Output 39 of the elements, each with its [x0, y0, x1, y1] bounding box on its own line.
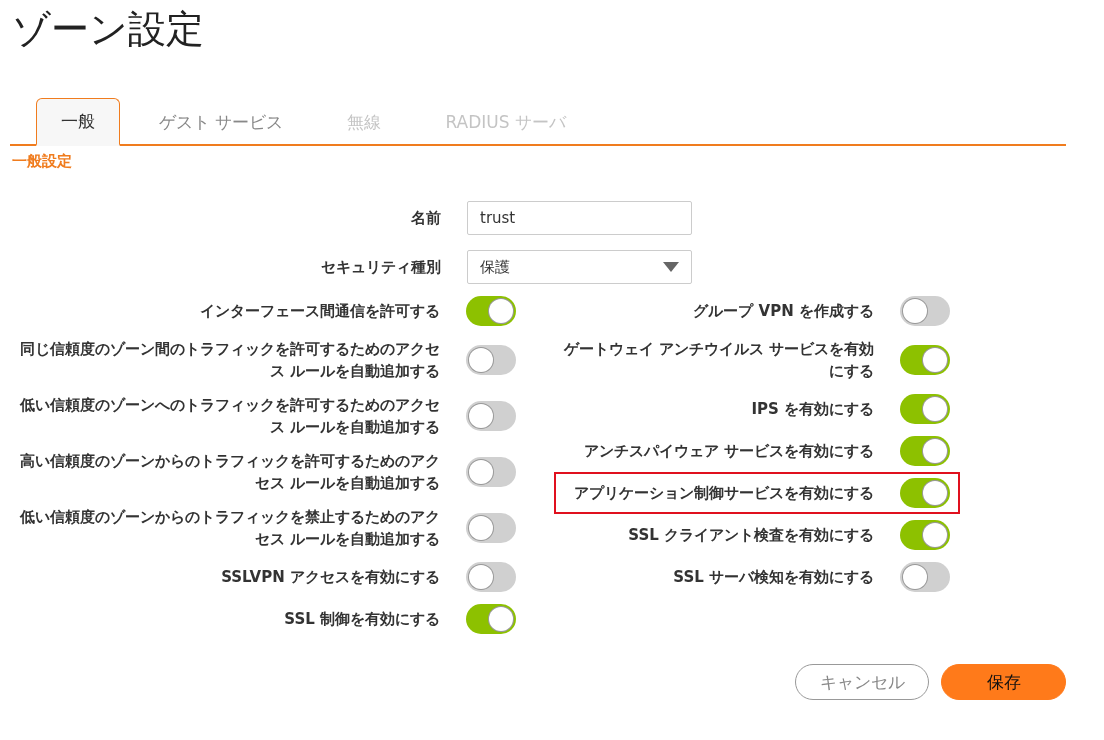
toggle-switch[interactable] [900, 478, 950, 508]
toggle-switch[interactable] [900, 394, 950, 424]
setting-label: アンチスパイウェア サービスを有効にする [582, 441, 874, 462]
setting-label: SSL サーバ検知を有効にする [672, 567, 874, 588]
toggle-switch[interactable] [900, 520, 950, 550]
toggle-switch[interactable] [466, 345, 516, 375]
toggle-switch[interactable] [900, 296, 950, 326]
setting-label: グループ VPN を作成する [692, 301, 874, 322]
toggle-switch[interactable] [466, 457, 516, 487]
setting-label: インターフェース間通信を許可する [199, 301, 440, 322]
setting-label: IPS を有効にする [750, 399, 874, 420]
tab[interactable]: 一般 [36, 98, 120, 146]
save-button[interactable]: 保存 [941, 664, 1066, 700]
input-field[interactable]: trust [467, 201, 692, 235]
field-label: セキュリティ種別 [320, 257, 441, 278]
page-title: ゾーン設定 [12, 6, 205, 53]
setting-label: SSL クライアント検査を有効にする [627, 525, 874, 546]
toggle-switch[interactable] [466, 604, 516, 634]
toggle-switch[interactable] [466, 562, 516, 592]
cancel-button[interactable]: キャンセル [795, 664, 929, 700]
toggle-switch[interactable] [466, 296, 516, 326]
setting-label: 高い信頼度のゾーンからのトラフィックを許可するためのアクセス ルールを自動追加する [19, 451, 440, 494]
tab[interactable]: ゲスト サービス [134, 98, 309, 146]
setting-label: 同じ信頼度のゾーン間のトラフィックを許可するためのアクセス ルールを自動追加する [19, 339, 440, 382]
toggle-switch[interactable] [466, 513, 516, 543]
setting-label: 低い信頼度のゾーンへのトラフィックを許可するためのアクセス ルールを自動追加する [18, 395, 440, 438]
setting-label: SSL 制御を有効にする [283, 609, 440, 630]
toggle-switch[interactable] [900, 436, 950, 466]
toggle-switch[interactable] [900, 345, 950, 375]
setting-label: アプリケーション制御サービスを有効にする [573, 483, 874, 504]
toggle-switch[interactable] [900, 562, 950, 592]
field-label: 名前 [410, 208, 441, 229]
caret-icon [663, 262, 679, 272]
setting-label: ゲートウェイ アンチウイルス サービスを有効にする [562, 339, 874, 382]
section-title: 一般設定 [12, 152, 73, 171]
toggle-switch[interactable] [466, 401, 516, 431]
setting-label: 低い信頼度のゾーンからのトラフィックを禁止するためのアクセス ルールを自動追加する [18, 507, 440, 550]
setting-label: SSLVPN アクセスを有効にする [220, 567, 440, 588]
dropdown[interactable]: 保護 [467, 250, 692, 284]
